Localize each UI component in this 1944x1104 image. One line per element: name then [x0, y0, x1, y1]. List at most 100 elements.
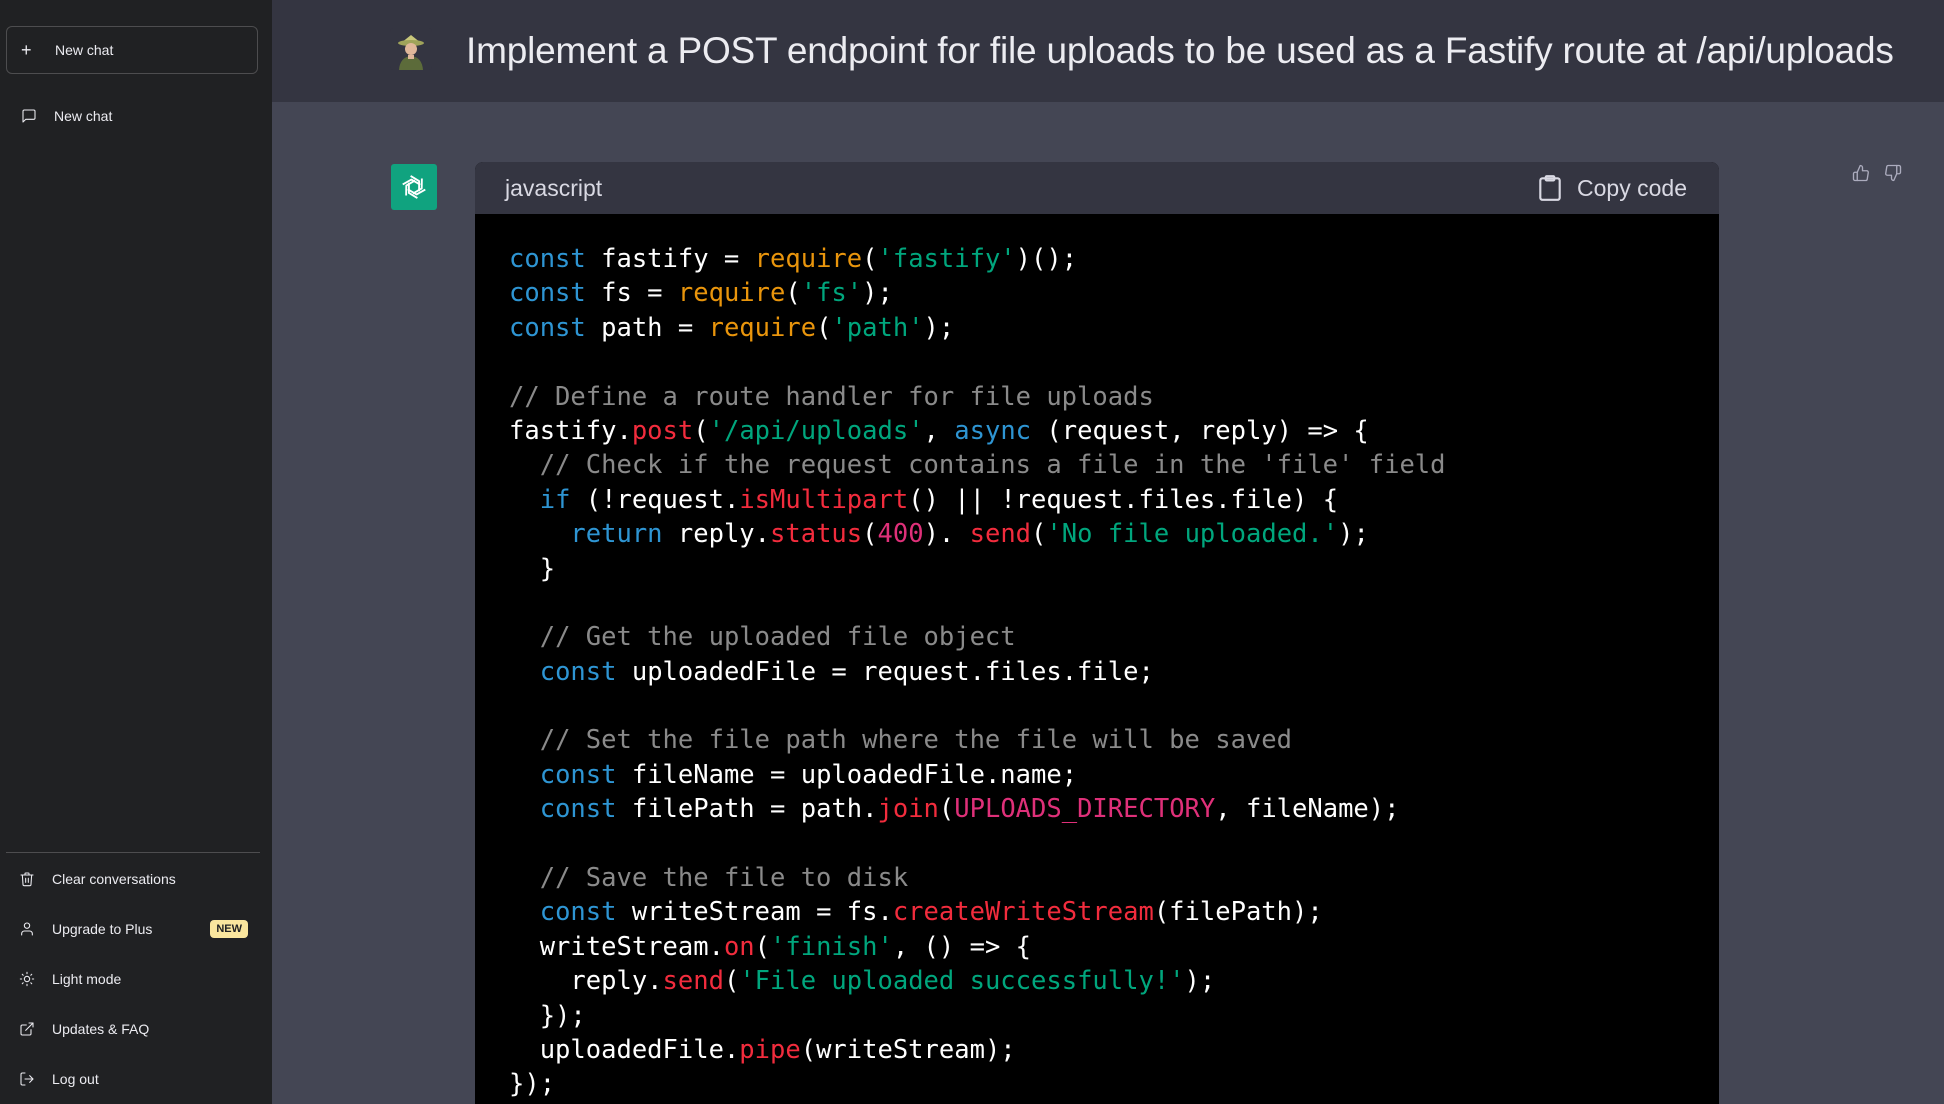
code-token: require	[708, 312, 817, 343]
code-token: const	[509, 244, 586, 274]
code-token: (request, reply) => {	[1031, 415, 1369, 446]
code-token: 'fastify'	[877, 244, 1016, 274]
code-token: ).	[923, 519, 970, 550]
code-line: reply.send('File uploaded successfully!'…	[509, 964, 1685, 998]
code-token: 'path'	[831, 312, 924, 343]
code-token: fileName = uploadedFile.name;	[616, 759, 1078, 790]
code-token: (filePath);	[1153, 897, 1323, 928]
user-avatar	[390, 28, 432, 70]
code-token: (	[754, 931, 771, 962]
code-line: const fs = require('fs');	[509, 276, 1685, 310]
external-link-icon	[18, 1020, 36, 1038]
code-token: 'File uploaded successfully!'	[739, 966, 1185, 997]
thumbs-down-icon[interactable]	[1884, 164, 1904, 184]
thumbs-up-icon[interactable]	[1852, 164, 1872, 184]
code-token: reply.	[662, 519, 771, 550]
code-token: uploadedFile = request.files.file;	[616, 656, 1154, 687]
new-chat-button[interactable]: + New chat	[6, 26, 258, 74]
code-line: // Define a route handler for file uploa…	[509, 380, 1685, 414]
code-token: require	[677, 278, 786, 309]
code-line: }	[509, 552, 1685, 586]
clear-conversations-button[interactable]: Clear conversations	[6, 854, 258, 904]
menu-item-label: Clear conversations	[52, 871, 176, 887]
code-token: );	[923, 312, 955, 343]
code-token: (	[1031, 519, 1047, 550]
sidebar: + New chat New chat Clear conversations …	[0, 0, 272, 1104]
code-token: post	[631, 415, 694, 446]
code-line: const path = require('path');	[509, 311, 1685, 345]
code-token: , fileName);	[1215, 794, 1400, 825]
code-line: const writeStream = fs.createWriteStream…	[509, 895, 1685, 929]
code-line: const filePath = path.join(UPLOADS_DIREC…	[509, 792, 1685, 826]
code-token: 'finish'	[770, 931, 893, 962]
code-line: // Set the file path where the file will…	[509, 723, 1685, 757]
trash-icon	[18, 870, 36, 888]
sidebar-divider	[6, 852, 260, 853]
sun-icon	[18, 970, 36, 988]
code-token: (	[816, 312, 832, 343]
copy-code-label: Copy code	[1577, 174, 1687, 201]
light-mode-button[interactable]: Light mode	[6, 954, 258, 1004]
code-token: const	[509, 278, 586, 309]
openai-logo-icon	[391, 164, 437, 210]
code-line: // Check if the request contains a file …	[509, 448, 1685, 482]
code-token: async	[954, 415, 1032, 446]
code-token: 'No file uploaded.'	[1046, 519, 1339, 550]
menu-item-label: Updates & FAQ	[52, 1021, 150, 1037]
code-token: );	[862, 278, 893, 309]
code-token: });	[509, 1000, 586, 1031]
code-token: ,	[923, 415, 955, 446]
code-token: // Set the file path where the file will…	[539, 725, 1292, 756]
code-token: join	[877, 794, 939, 825]
updates-faq-link[interactable]: Updates & FAQ	[6, 1004, 258, 1054]
code-token: );	[1184, 966, 1216, 997]
code-token: (writeStream);	[800, 1034, 1016, 1065]
new-badge: NEW	[210, 920, 248, 938]
sidebar-item-new-chat[interactable]: New chat	[6, 96, 258, 136]
user-message-row: Implement a POST endpoint for file uploa…	[272, 0, 1944, 102]
user-prompt-text: Implement a POST endpoint for file uploa…	[466, 30, 1894, 71]
user-icon	[18, 920, 36, 938]
log-out-button[interactable]: Log out	[6, 1054, 258, 1104]
code-line: });	[509, 999, 1685, 1033]
code-token: const	[539, 897, 617, 928]
code-token: send	[969, 519, 1032, 550]
code-line: const uploadedFile = request.files.file;	[509, 655, 1685, 689]
code-token: , () => {	[892, 931, 1032, 962]
code-line: writeStream.on('finish', () => {	[509, 930, 1685, 964]
code-token: writeStream = fs.	[616, 897, 893, 928]
code-token: status	[770, 519, 863, 550]
code-token: 'fs'	[800, 278, 863, 309]
code-token: () || !request.files.file) {	[908, 484, 1339, 515]
code-line: if (!request.isMultipart() || !request.f…	[509, 483, 1685, 517]
code-token: fastify =	[585, 244, 755, 274]
code-line: return reply.status(400). send('No file …	[509, 517, 1685, 551]
code-token: // Save the file to disk	[539, 863, 909, 894]
code-token: (	[862, 519, 878, 550]
copy-code-button[interactable]: Copy code	[1537, 174, 1687, 202]
feedback-buttons	[1852, 164, 1904, 184]
code-line: });	[509, 1067, 1685, 1101]
code-token: writeStream.	[509, 931, 724, 962]
code-token: require	[754, 244, 863, 274]
chat-app: + New chat New chat Clear conversations …	[0, 0, 1944, 1104]
code-token: if	[539, 484, 571, 515]
sidebar-bottom-menu: Clear conversations Upgrade to Plus NEW …	[6, 854, 258, 1104]
code-token: pipe	[739, 1034, 801, 1065]
menu-item-label: Light mode	[52, 971, 122, 987]
plus-icon: +	[21, 40, 32, 60]
code-token: const	[509, 312, 586, 343]
upgrade-to-plus-button[interactable]: Upgrade to Plus NEW	[6, 904, 258, 954]
code-token: );	[1338, 519, 1369, 550]
code-token: const	[539, 656, 617, 687]
